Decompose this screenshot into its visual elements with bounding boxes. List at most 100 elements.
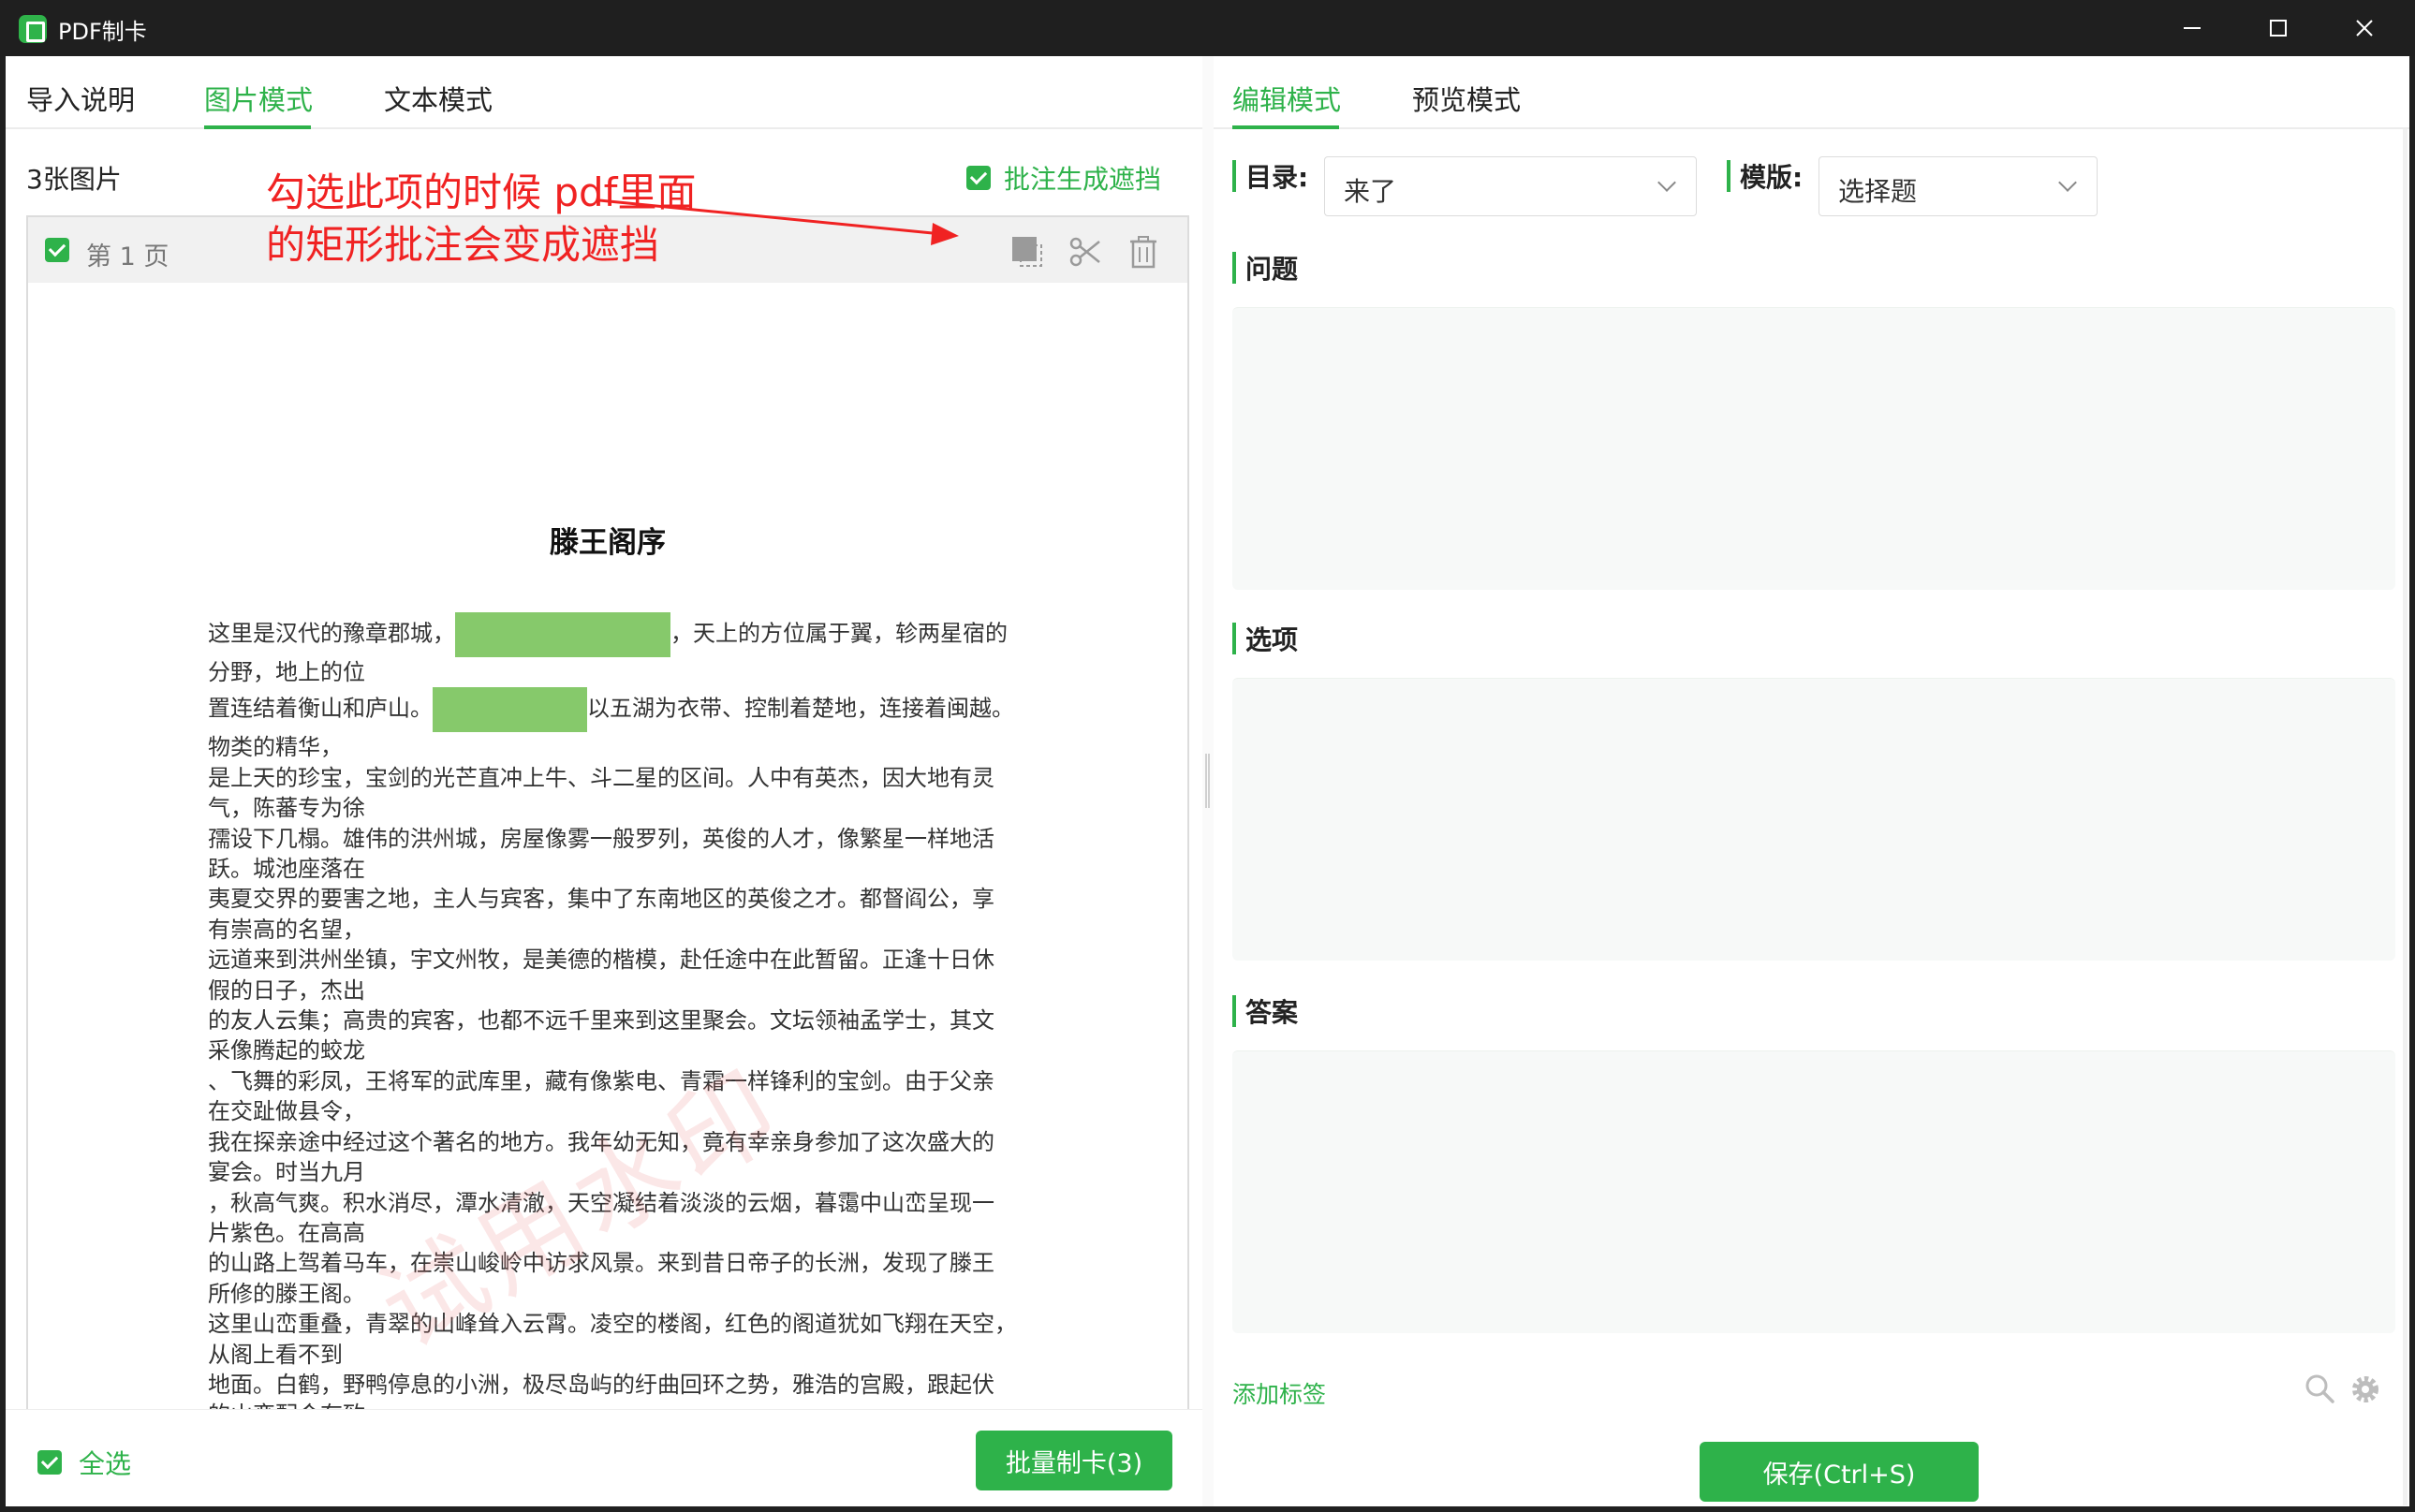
section-bar [1727,160,1730,192]
doc-line: 这里山峦重叠，青翠的山峰耸入云霄。凌空的楼阁，红色的阁道犹如飞翔在天空， [208,1309,1032,1339]
search-icon[interactable] [2304,1373,2335,1404]
right-tabs: 编辑模式 预览模式 [1214,56,2409,129]
add-tag-link[interactable]: 添加标签 [1232,1376,1326,1410]
batch-create-button[interactable]: 批量制卡(3) [976,1431,1172,1490]
doc-text: 的友人云集；高贵的宾客，也都不远千里来到这里聚会。文坛领袖孟学士，其文 [208,1007,994,1035]
template-select[interactable]: 选择题 [1819,156,2098,216]
window-title: PDF制卡 [58,19,147,45]
doc-text: 我在探亲途中经过这个著名的地方。我年幼无知，竟有幸亲身参加了这次盛大的 [208,1128,994,1155]
template-row: 模版: [1727,157,1803,195]
close-button[interactable] [2322,0,2407,56]
select-all[interactable]: 全选 [37,1444,131,1481]
crop-icon[interactable] [1009,234,1045,270]
maximize-icon [2270,20,2287,37]
catalog-value: 来了 [1344,176,1397,207]
question-label: 问题 [1245,254,1299,285]
doc-text: 是上天的珍宝，宝剑的光芒直冲上牛、斗二星的区间。人中有英杰，因大地有灵 [208,764,994,791]
tab-image-mode[interactable]: 图片模式 [204,79,313,118]
doc-line: 夷夏交界的要害之地，主人与宾客，集中了东南地区的英俊之才。都督阎公，享 [208,884,1032,914]
callout-arrow [598,198,959,245]
select-all-checkbox[interactable] [37,1450,62,1475]
section-bar [1232,252,1236,284]
doc-text: 片紫色。在高高 [208,1219,365,1246]
doc-line: 物类的精华， [208,732,1032,762]
tab-active-indicator [204,125,311,129]
image-count: 3张图片 [26,164,122,195]
doc-line: 从阁上看不到 [208,1340,1032,1370]
template-value: 选择题 [1838,176,1918,207]
doc-text: 以五湖为衣带、控制着楚地，连接着闽越。 [587,695,1014,722]
catalog-select[interactable]: 来了 [1324,156,1697,216]
doc-line: 宴会。时当九月 [208,1157,1032,1187]
annotation-mask-checkbox[interactable] [966,166,991,190]
doc-text: ，天上的方位属于翼，轸两星宿的 [670,620,1008,647]
annotation-mask[interactable] [455,612,670,657]
doc-text: 孺设下几榻。雄伟的洪州城，房屋像雾一般罗列，英俊的人才，像繁星一样地活 [208,825,994,852]
question-label-row: 问题 [1232,249,1298,286]
select-all-label: 全选 [79,1448,132,1479]
doc-text: 跃。城池座落在 [208,856,365,883]
doc-line: ，秋高气爽。积水消尽，潭水清澈，天空凝结着淡淡的云烟，暮霭中山峦呈现一 [208,1188,1032,1218]
doc-line: 所修的滕王阁。 [208,1279,1032,1309]
tab-preview-mode[interactable]: 预览模式 [1412,79,1521,118]
tab-edit-mode[interactable]: 编辑模式 [1232,79,1341,118]
annotation-mask[interactable] [433,687,587,733]
doc-line: 地面。白鹤，野鸭停息的小洲，极尽岛屿的纡曲回环之势，雅浩的宫殿，跟起伏 [208,1370,1032,1400]
page-checkbox[interactable] [45,238,69,262]
answer-editor[interactable] [1232,1050,2395,1333]
doc-text: 从阁上看不到 [208,1341,343,1368]
doc-text: 、飞舞的彩凤，王将军的武库里，藏有像紫电、青霜一样锋利的宝剑。由于父亲 [208,1067,994,1094]
doc-text: 有崇高的名望， [208,916,365,943]
doc-text: 物类的精华， [208,734,343,761]
doc-line: 置连结着衡山和庐山。 以五湖为衣带、控制着楚地，连接着闽越。 [208,687,1032,733]
page-card: 第 1 页 滕王阁序 这里是汉代的豫章郡城， ，天上的方位属于翼，轸两星宿的 分… [26,215,1189,1461]
page-label: 第 1 页 [86,242,169,272]
left-pane: 导入说明 图片模式 文本模式 3张图片 批注生成遮挡 第 1 页 滕王阁序 这里… [6,56,1202,1506]
annotation-mask-toggle[interactable]: 批注生成遮挡 [966,159,1161,197]
doc-text: 远道来到洪州坐镇，宇文州牧，是美德的楷模，赴任途中在此暂留。正逢十日休 [208,947,994,974]
annotation-mask-label: 批注生成遮挡 [1004,164,1162,195]
right-scrollbar[interactable] [2401,129,2409,1505]
doc-line: 假的日子，杰出 [208,976,1032,1006]
section-bar [1232,160,1236,192]
doc-line: 这里是汉代的豫章郡城， ，天上的方位属于翼，轸两星宿的 [208,612,1032,657]
save-button[interactable]: 保存(Ctrl+S) [1700,1442,1979,1502]
doc-line: 、飞舞的彩凤，王将军的武库里，藏有像紫电、青霜一样锋利的宝剑。由于父亲 [208,1066,1032,1096]
doc-line: 在交趾做县令， [208,1096,1032,1126]
catalog-row: 目录: [1232,157,1308,195]
trash-icon[interactable] [1126,234,1161,270]
gear-icon[interactable] [2349,1373,2382,1406]
close-icon [2356,20,2373,37]
doc-text: 在交趾做县令， [208,1098,365,1125]
doc-text: 夷夏交界的要害之地，主人与宾客，集中了东南地区的英俊之才。都督阎公，享 [208,886,994,913]
question-editor[interactable] [1232,307,2395,590]
doc-text: 宴会。时当九月 [208,1159,365,1186]
section-bar [1232,995,1236,1027]
splitter-grip[interactable] [1205,754,1210,808]
left-footer: 全选 批量制卡(3) [6,1409,1202,1506]
scissors-icon[interactable] [1068,234,1103,270]
tab-text-mode[interactable]: 文本模式 [384,79,493,118]
minimize-button[interactable] [2150,0,2234,56]
doc-line: 片紫色。在高高 [208,1218,1032,1248]
doc-text: 气，陈蕃专为徐 [208,795,365,822]
doc-line: 采像腾起的蛟龙 [208,1035,1032,1065]
doc-title: 滕王阁序 [550,526,666,560]
doc-body: 这里是汉代的豫章郡城， ，天上的方位属于翼，轸两星宿的 分野，地上的位 置连结着衡山和… [208,612,1032,1459]
minimize-icon [2184,27,2201,29]
options-label-row: 选项 [1232,620,1298,657]
maximize-button[interactable] [2236,0,2320,56]
doc-text: 所修的滕王阁。 [208,1280,365,1307]
doc-text: 假的日子，杰出 [208,976,365,1004]
catalog-label: 目录: [1245,162,1309,193]
doc-line: 分野，地上的位 [208,657,1032,687]
answer-label-row: 答案 [1232,992,1298,1030]
doc-line: 孺设下几榻。雄伟的洪州城，房屋像雾一般罗列，英俊的人才，像繁星一样地活 [208,824,1032,854]
doc-line: 是上天的珍宝，宝剑的光芒直冲上牛、斗二星的区间。人中有英杰，因大地有灵 [208,763,1032,793]
doc-line: 气，陈蕃专为徐 [208,793,1032,823]
title-bar: PDF制卡 [0,0,2415,56]
doc-text: 采像腾起的蛟龙 [208,1037,365,1064]
tab-import-guide[interactable]: 导入说明 [26,79,135,118]
doc-text: ，秋高气爽。积水消尽，潭水清澈，天空凝结着淡淡的云烟，暮霭中山峦呈现一 [208,1189,994,1216]
options-editor[interactable] [1232,678,2395,961]
